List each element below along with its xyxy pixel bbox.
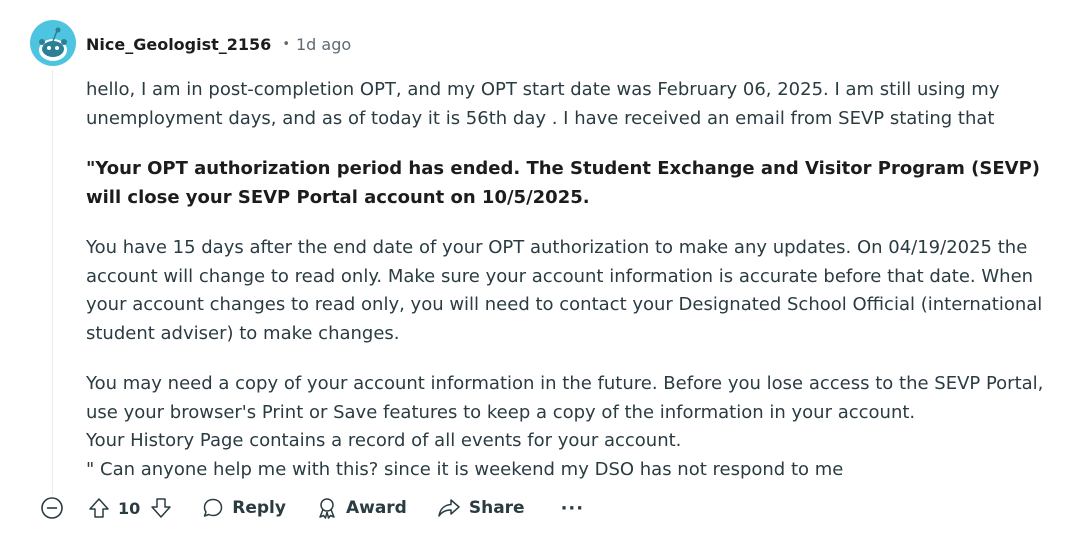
comment-actions: 10 Reply Award Share ··· [40,492,584,524]
arrow-up-icon[interactable] [88,497,110,519]
snoo-avatar-icon [30,20,76,66]
paragraph-updates: You have 15 days after the end date of y… [86,237,1043,344]
timestamp[interactable]: 1d ago [296,35,351,54]
award-icon [316,497,338,519]
share-arrow-icon [437,497,461,519]
award-label: Award [345,498,407,518]
meta-separator: • [282,36,290,52]
arrow-down-icon[interactable] [150,497,172,519]
reply-label: Reply [232,498,286,518]
paragraph-copy-info: You may need a copy of your account info… [86,373,1044,423]
paragraph-intro: hello, I am in post-completion OPT, and … [86,79,1000,129]
speech-bubble-icon [202,497,224,519]
share-button[interactable]: Share [437,497,525,519]
author-name[interactable]: Nice_Geologist_2156 [86,35,271,54]
more-options-button[interactable]: ··· [561,498,585,519]
thread-line[interactable] [52,70,53,495]
paragraph-question: " Can anyone help me with this? since it… [86,458,844,480]
award-button[interactable]: Award [316,497,407,519]
comment-body: hello, I am in post-completion OPT, and … [86,76,1061,484]
share-label: Share [468,498,525,518]
quote-bold-text: "Your OPT authorization period has ended… [86,158,1040,208]
comment-meta: Nice_Geologist_2156 • 1d ago [86,33,351,55]
reply-button[interactable]: Reply [202,497,286,519]
paragraph-quote-bold: "Your OPT authorization period has ended… [86,155,1061,212]
paragraph-history: Your History Page contains a record of a… [86,430,682,451]
minus-circle-icon[interactable] [40,496,64,520]
avatar[interactable] [30,20,76,66]
vote-score: 10 [118,498,141,518]
vote-controls: 10 [88,497,172,519]
